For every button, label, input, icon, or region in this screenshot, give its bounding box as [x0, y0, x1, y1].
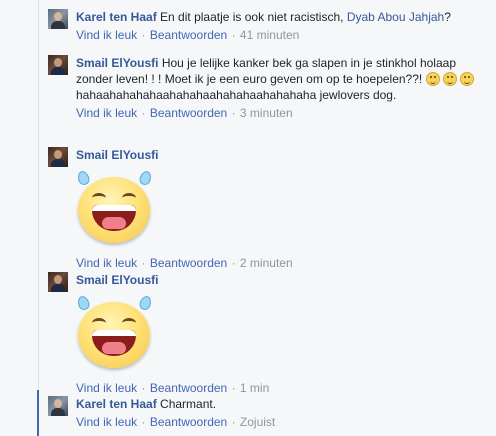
timestamp[interactable]: 3 minuten: [240, 106, 293, 120]
sticker-tongue: [102, 217, 126, 229]
timestamp[interactable]: 2 minuten: [240, 256, 293, 270]
comment: Smail ElYousfi Hou je lelijke kanker bek…: [48, 55, 488, 121]
sticker-eye: [92, 193, 106, 203]
reply-button[interactable]: Beantwoorden: [150, 28, 227, 42]
smile-emoji-icon: [425, 72, 440, 86]
tear-icon: [137, 169, 154, 187]
comment-text: Charmant.: [160, 397, 217, 411]
smile-emoji-icon: [460, 72, 475, 86]
tear-icon: [75, 169, 92, 187]
comment-body: Smail ElYousfi Hou je lelijke kanker bek…: [76, 55, 488, 103]
laughing-tears-sticker-icon[interactable]: [74, 294, 156, 372]
comment-body: Smail ElYousfi: [76, 272, 488, 288]
comment-author[interactable]: Smail ElYousfi: [76, 148, 158, 162]
comment-body: Karel ten Haaf Charmant.: [76, 396, 488, 412]
separator: ·: [231, 28, 236, 42]
comment: Karel ten Haaf En dit plaatje is ook nie…: [48, 9, 488, 43]
like-button[interactable]: Vind ik leuk: [76, 28, 137, 42]
avatar[interactable]: [48, 396, 68, 416]
like-button[interactable]: Vind ik leuk: [76, 381, 137, 395]
laughing-tears-sticker-icon[interactable]: [74, 169, 156, 247]
comment-body: Smail ElYousfi: [76, 147, 488, 163]
sticker-mouth: [92, 205, 136, 231]
separator: ·: [141, 256, 146, 270]
comment-actions: Vind ik leuk · Beantwoorden · 3 minuten: [76, 105, 488, 121]
sticker-eye: [122, 193, 136, 203]
comment-actions: Vind ik leuk · Beantwoorden · 41 minuten: [76, 27, 488, 43]
reply-button[interactable]: Beantwoorden: [150, 256, 227, 270]
avatar[interactable]: [48, 272, 68, 292]
active-thread-indicator: [37, 390, 39, 436]
avatar[interactable]: [48, 55, 68, 75]
sticker-eye: [122, 318, 136, 328]
comment-body: Karel ten Haaf En dit plaatje is ook nie…: [76, 9, 488, 25]
smile-emoji-icon: [442, 72, 457, 86]
separator: ·: [141, 415, 146, 429]
comment-text: En dit plaatje is ook niet racistisch,: [160, 10, 344, 24]
separator: ·: [141, 106, 146, 120]
comment: Smail ElYousfi Vind ik leuk · Beantwoord…: [48, 272, 488, 396]
reply-button[interactable]: Beantwoorden: [150, 415, 227, 429]
comment-actions: Vind ik leuk · Beantwoorden · 2 minuten: [76, 255, 488, 271]
comment-author[interactable]: Smail ElYousfi: [76, 273, 158, 287]
separator: ·: [141, 28, 146, 42]
sticker-eye: [92, 318, 106, 328]
tear-icon: [75, 294, 92, 312]
like-button[interactable]: Vind ik leuk: [76, 415, 137, 429]
comment-text-after: hahaahahahahaahahahaahahahaahahahaha jew…: [76, 88, 397, 102]
thread-line: [38, 0, 39, 436]
separator: ·: [141, 381, 146, 395]
sticker-tongue: [102, 342, 126, 354]
sticker-teeth: [92, 330, 136, 336]
reply-button[interactable]: Beantwoorden: [150, 106, 227, 120]
comment-author[interactable]: Smail ElYousfi: [76, 56, 158, 70]
sticker-face: [78, 302, 150, 368]
comment-actions: Vind ik leuk · Beantwoorden · 1 min: [76, 380, 488, 396]
timestamp[interactable]: 41 minuten: [240, 28, 299, 42]
tear-icon: [137, 294, 154, 312]
like-button[interactable]: Vind ik leuk: [76, 106, 137, 120]
avatar[interactable]: [48, 147, 68, 167]
timestamp[interactable]: Zojuist: [240, 415, 275, 429]
comment: Smail ElYousfi Vind ik leuk · Beantwoord…: [48, 147, 488, 271]
sticker-teeth: [92, 205, 136, 211]
separator: ·: [231, 381, 236, 395]
sticker-mouth: [92, 330, 136, 356]
reply-button[interactable]: Beantwoorden: [150, 381, 227, 395]
comment: Karel ten Haaf Charmant. Vind ik leuk · …: [48, 396, 488, 430]
mention-link[interactable]: Dyab Abou Jahjah: [347, 10, 444, 24]
avatar[interactable]: [48, 9, 68, 29]
comment-author[interactable]: Karel ten Haaf: [76, 397, 157, 411]
sticker-face: [78, 177, 150, 243]
separator: ·: [231, 256, 236, 270]
separator: ·: [231, 106, 236, 120]
timestamp[interactable]: 1 min: [240, 381, 269, 395]
separator: ·: [231, 415, 236, 429]
comment-author[interactable]: Karel ten Haaf: [76, 10, 157, 24]
comment-actions: Vind ik leuk · Beantwoorden · Zojuist: [76, 414, 488, 430]
comment-text-after: ?: [444, 10, 451, 24]
like-button[interactable]: Vind ik leuk: [76, 256, 137, 270]
